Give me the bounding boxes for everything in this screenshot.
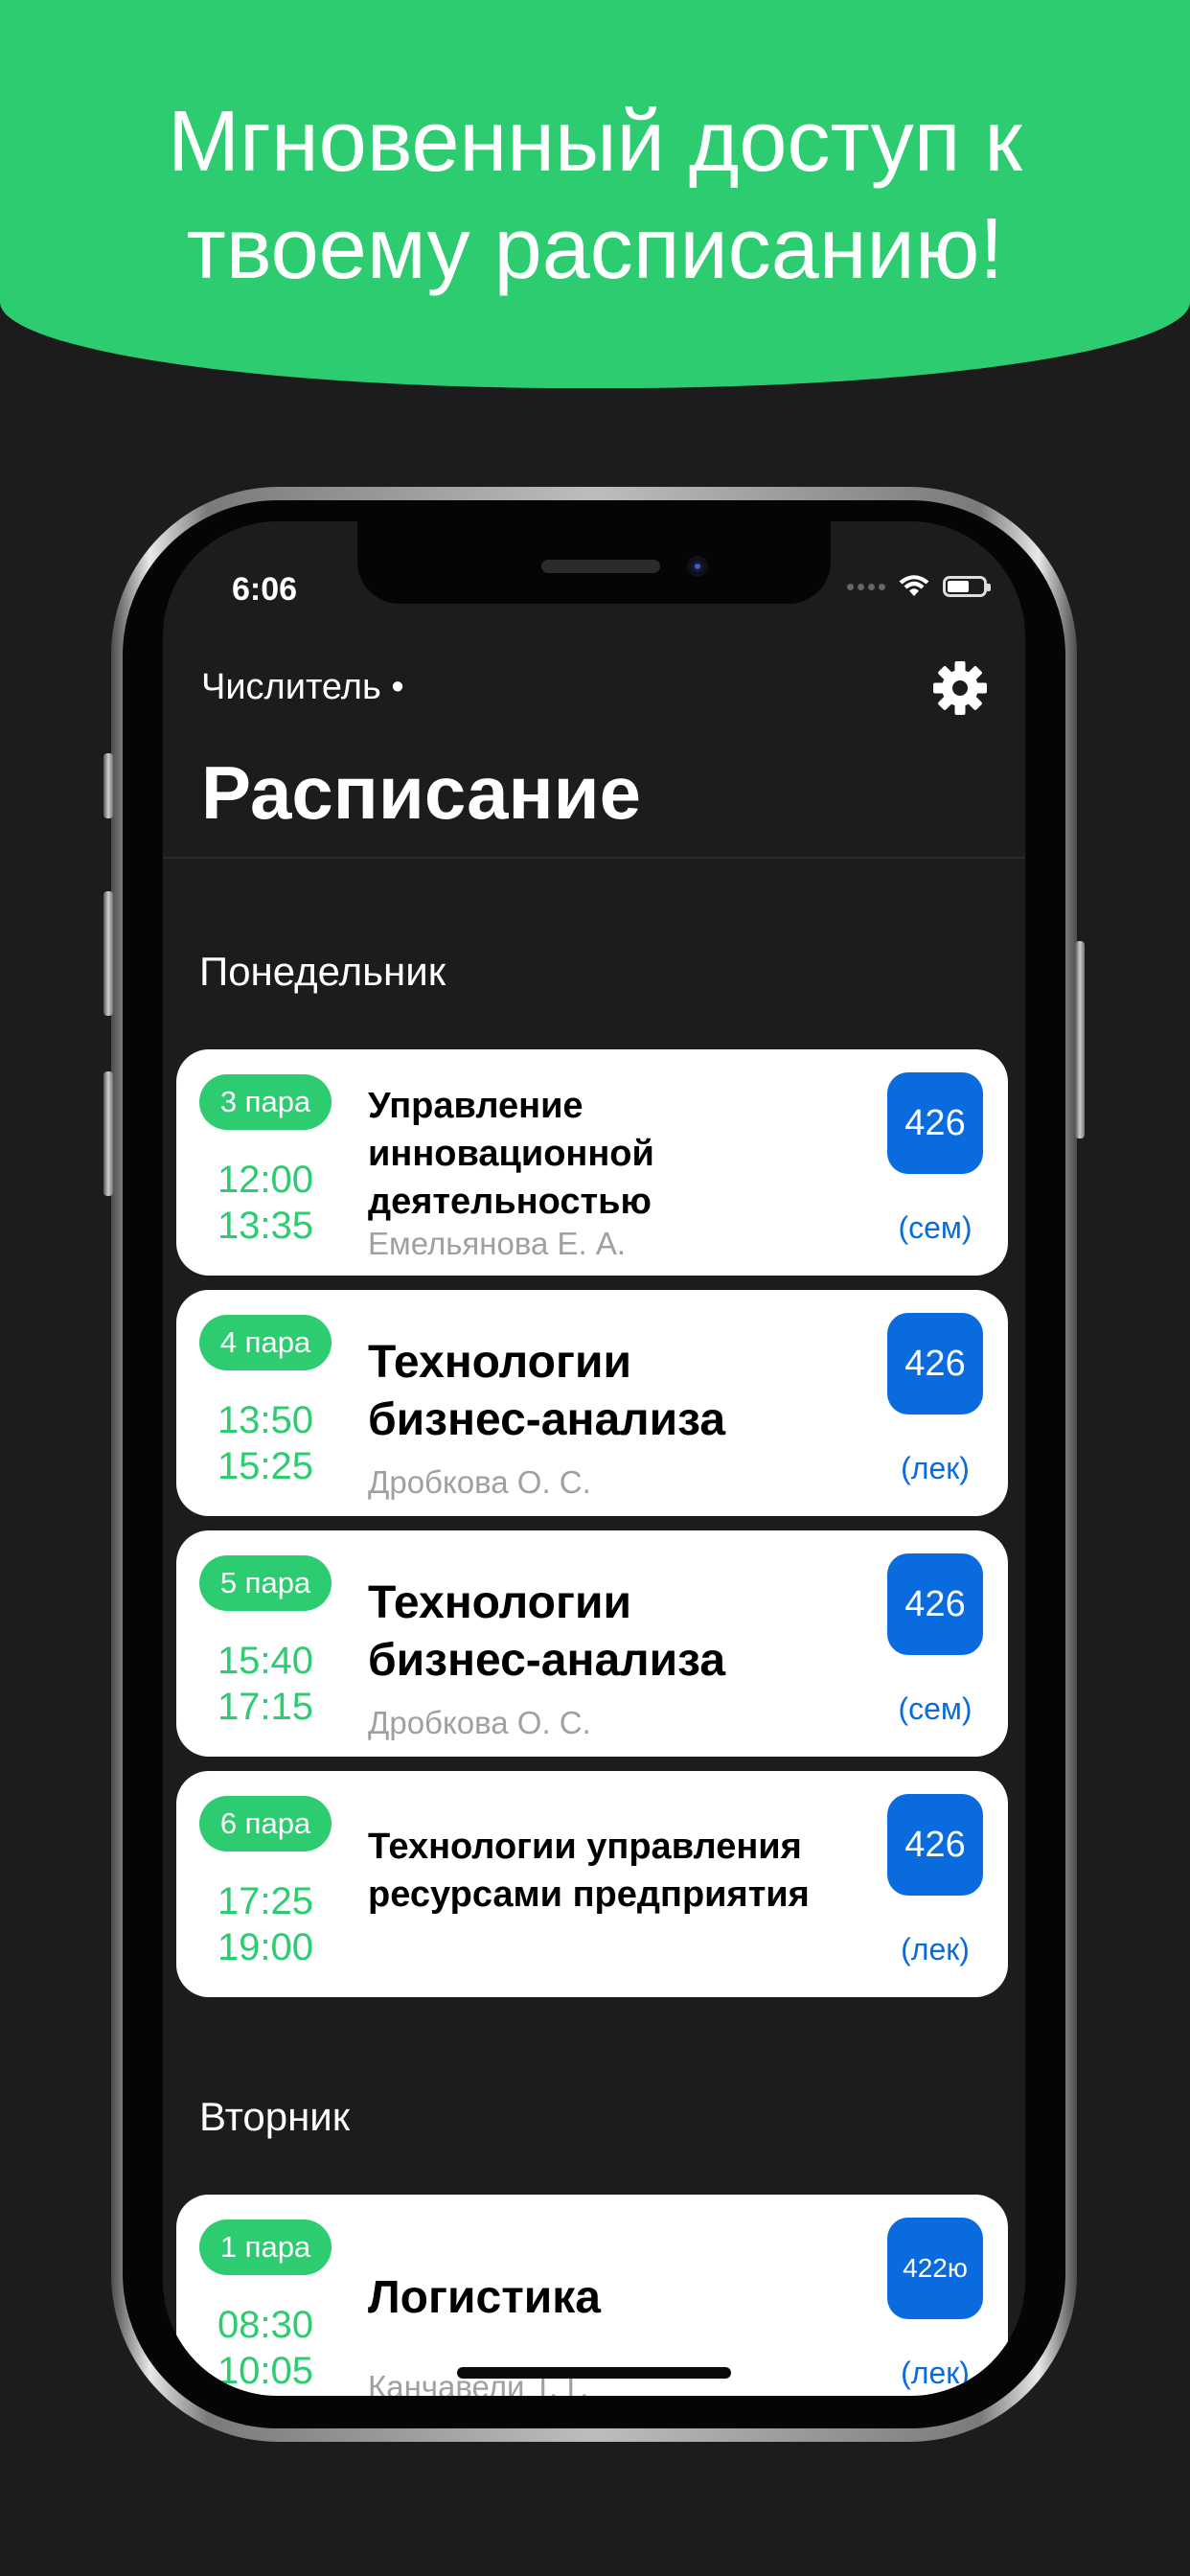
- room-badge: 426: [887, 1553, 983, 1655]
- lesson-times: 17:25 19:00: [199, 1878, 332, 1970]
- gear-icon[interactable]: [931, 659, 989, 717]
- lesson-start-time: 17:25: [217, 1880, 314, 1922]
- lesson-teacher: Емельянова Е. А.: [368, 1226, 627, 1261]
- lesson-card[interactable]: 1 пара 08:30 10:05 Логистика Канчавели Т…: [176, 2195, 1008, 2396]
- lesson-subject: Технологии управления ресурсами предприя…: [368, 1827, 810, 1915]
- lesson-type: (сем): [898, 1691, 973, 1726]
- lesson-end-time: 10:05: [217, 2350, 314, 2392]
- lesson-card[interactable]: 5 пара 15:40 17:15 Технологии бизнес-ана…: [176, 1530, 1008, 1757]
- lesson-subject: Технологии бизнес-анализа: [368, 1577, 726, 1686]
- pair-badge: 1 пара: [199, 2220, 332, 2275]
- header-divider: [163, 857, 1025, 859]
- lesson-end-time: 17:15: [217, 1686, 314, 1728]
- pair-badge: 3 пара: [199, 1074, 332, 1130]
- notch: [357, 521, 831, 604]
- lesson-subject: Управление инновационной деятельностью: [368, 1086, 654, 1222]
- lesson-card[interactable]: 6 пара 17:25 19:00 Технологии управления…: [176, 1771, 1008, 1997]
- pair-badge: 4 пара: [199, 1315, 332, 1370]
- room-badge: 426: [887, 1794, 983, 1896]
- status-time: 6:06: [232, 571, 298, 608]
- lesson-type: (лек): [901, 1451, 970, 1485]
- wifi-icon: [899, 575, 929, 596]
- week-type-label[interactable]: Числитель •: [201, 667, 404, 708]
- day-header-monday: Понедельник: [199, 949, 446, 994]
- promo-banner: Мгновенный доступ к твоему расписанию!: [0, 0, 1190, 388]
- lesson-teacher: Дробкова О. С.: [368, 1705, 591, 1740]
- room-badge: 426: [887, 1072, 983, 1174]
- lesson-start-time: 13:50: [217, 1399, 314, 1441]
- promo-headline-line2: твоему расписанию!: [186, 201, 1004, 297]
- lesson-subject: Логистика: [368, 2272, 601, 2323]
- lesson-card[interactable]: 4 пара 13:50 15:25 Технологии бизнес-ана…: [176, 1290, 1008, 1516]
- lesson-end-time: 15:25: [217, 1445, 314, 1487]
- phone-silent-switch: [103, 753, 113, 818]
- promo-headline: Мгновенный доступ к твоему расписанию!: [0, 88, 1190, 303]
- speaker: [541, 560, 660, 573]
- status-indicators: [847, 575, 991, 598]
- lesson-end-time: 19:00: [217, 1926, 314, 1968]
- lesson-times: 08:30 10:05: [199, 2302, 332, 2394]
- phone-screen: 6:06 Числитель • Расписание Понедельник …: [163, 521, 1025, 2396]
- home-indicator[interactable]: [457, 2367, 731, 2379]
- lesson-times: 13:50 15:25: [199, 1397, 332, 1489]
- room-badge: 422ю: [887, 2218, 983, 2319]
- lesson-times: 15:40 17:15: [199, 1638, 332, 1730]
- battery-icon: [943, 576, 991, 597]
- lesson-teacher: Дробкова О. С.: [368, 1464, 591, 1500]
- lesson-subject: Технологии бизнес-анализа: [368, 1337, 726, 1445]
- pair-badge: 5 пара: [199, 1555, 332, 1611]
- day-header-tuesday: Вторник: [199, 2094, 351, 2139]
- pair-badge: 6 пара: [199, 1796, 332, 1852]
- lesson-end-time: 13:35: [217, 1205, 314, 1247]
- front-camera: [687, 556, 708, 577]
- phone-power-button: [1075, 941, 1085, 1138]
- lesson-type: (лек): [901, 1932, 970, 1966]
- page-title: Расписание: [201, 750, 641, 835]
- lesson-start-time: 12:00: [217, 1159, 314, 1201]
- lesson-start-time: 08:30: [217, 2304, 314, 2346]
- signal-icon: [847, 583, 885, 590]
- promo-headline-line1: Мгновенный доступ к: [168, 94, 1022, 190]
- lesson-times: 12:00 13:35: [199, 1157, 332, 1249]
- lesson-type: (лек): [901, 2356, 970, 2390]
- lesson-start-time: 15:40: [217, 1640, 314, 1682]
- phone-volume-up: [103, 891, 113, 1016]
- room-badge: 426: [887, 1313, 983, 1414]
- lesson-type: (сем): [898, 1210, 973, 1245]
- lesson-card[interactable]: 3 пара 12:00 13:35 Управление инновацион…: [176, 1049, 1008, 1276]
- phone-volume-down: [103, 1071, 113, 1196]
